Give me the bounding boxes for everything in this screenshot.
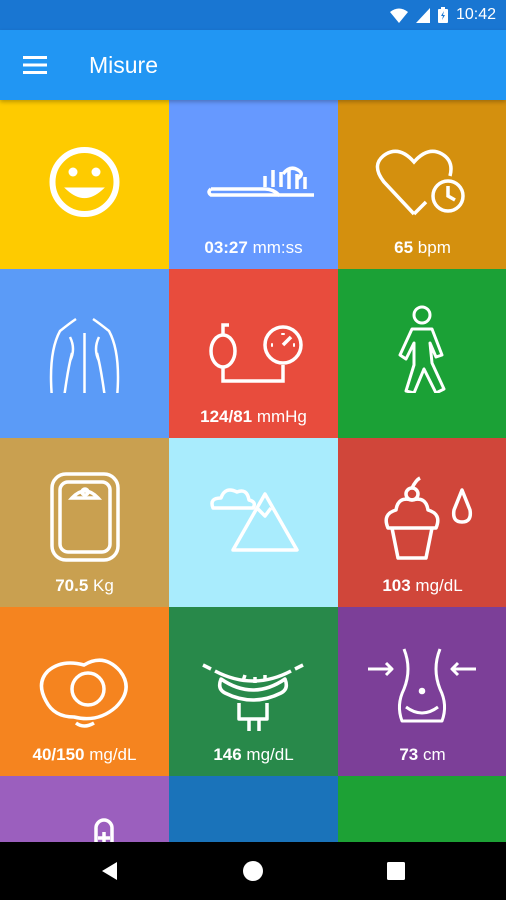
wifi-icon bbox=[389, 8, 408, 23]
tile-value: 73 cm bbox=[399, 745, 446, 764]
tile-walking[interactable] bbox=[338, 269, 506, 438]
tile-cholesterol[interactable]: 40/150 mg/dL bbox=[0, 607, 169, 776]
status-icons: 10:42 bbox=[389, 6, 496, 24]
navigation-bar bbox=[0, 842, 506, 900]
smiley-icon bbox=[49, 147, 120, 217]
sausage-icon bbox=[202, 663, 304, 731]
mountain-icon bbox=[210, 488, 299, 552]
tile-weight[interactable]: 70.5 Kg bbox=[0, 438, 169, 607]
tile-value: 03:27 mm:ss bbox=[204, 238, 303, 257]
tile-value: 70.5 Kg bbox=[55, 576, 114, 595]
egg-icon bbox=[39, 658, 128, 728]
scale-icon bbox=[50, 472, 120, 562]
heart-rate-icon bbox=[375, 149, 465, 216]
toothbrush-icon bbox=[207, 166, 314, 197]
measures-grid: 03:27 mm:ss 65 bpm 124/81 mmHg 70.5 Kg 1… bbox=[0, 100, 506, 842]
tile-waist[interactable]: 73 cm bbox=[338, 607, 506, 776]
tile-blood-sugar[interactable]: 103 mg/dL bbox=[338, 438, 506, 607]
back-button[interactable] bbox=[95, 856, 125, 886]
page-title: Misure bbox=[89, 52, 159, 78]
walking-icon bbox=[398, 305, 446, 393]
tile-triglycerides[interactable]: 146 mg/dL bbox=[169, 607, 338, 776]
recents-square-icon bbox=[387, 862, 405, 880]
signal-icon bbox=[415, 7, 430, 23]
back-triangle-icon bbox=[102, 862, 117, 880]
cupcake-drop-icon bbox=[384, 476, 473, 560]
blood-pressure-icon bbox=[209, 323, 303, 383]
tile-toothbrushing[interactable]: 03:27 mm:ss bbox=[169, 100, 338, 269]
tile-value: 103 mg/dL bbox=[382, 576, 463, 595]
app-bar: Misure bbox=[0, 30, 506, 100]
tile-heart-rate[interactable]: 65 bpm bbox=[338, 100, 506, 269]
home-circle-icon bbox=[243, 861, 263, 881]
tile-mood[interactable] bbox=[0, 100, 169, 269]
circle-icon bbox=[193, 810, 314, 842]
funnel-icon bbox=[362, 810, 483, 842]
tile-altitude[interactable] bbox=[169, 438, 338, 607]
tile-value: 146 mg/dL bbox=[213, 745, 294, 764]
tile-value: 124/81 mmHg bbox=[200, 407, 307, 426]
tile-value: 65 bpm bbox=[394, 238, 451, 257]
tile-back[interactable] bbox=[0, 269, 169, 438]
tile-thermometer[interactable] bbox=[0, 776, 169, 842]
hamburger-icon bbox=[23, 56, 47, 74]
menu-button[interactable] bbox=[18, 50, 52, 80]
tile-misc[interactable] bbox=[169, 776, 338, 842]
recents-button[interactable] bbox=[381, 856, 411, 886]
tile-value: 40/150 mg/dL bbox=[32, 745, 137, 764]
status-bar: 10:42 bbox=[0, 0, 506, 30]
waist-icon bbox=[368, 648, 476, 723]
status-time: 10:42 bbox=[455, 6, 496, 23]
back-body-icon bbox=[49, 317, 120, 393]
tile-funnel[interactable] bbox=[338, 776, 506, 842]
home-button[interactable] bbox=[238, 856, 268, 886]
thermometer-icon bbox=[94, 818, 114, 842]
tile-blood-pressure[interactable]: 124/81 mmHg bbox=[169, 269, 338, 438]
battery-icon bbox=[437, 7, 448, 23]
